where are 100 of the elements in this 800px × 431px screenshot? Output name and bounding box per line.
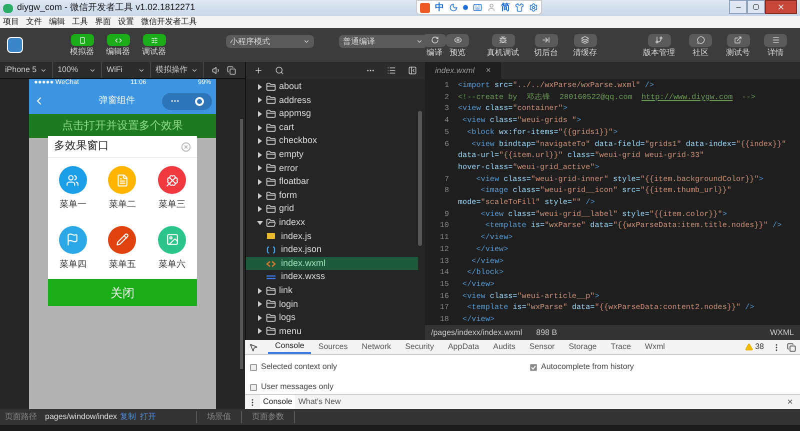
view-toggle-button[interactable]: [142, 34, 166, 46]
toolbar-button[interactable]: [492, 34, 514, 46]
scrollbar[interactable]: [418, 111, 422, 246]
tree-item[interactable]: link: [246, 284, 418, 298]
people-icon: [66, 174, 80, 186]
editor-tab[interactable]: index.wxml ×: [425, 62, 501, 79]
menu-item[interactable]: 设置: [118, 16, 134, 28]
indent-icon[interactable]: [387, 66, 396, 75]
simulator-dropdown[interactable]: iPhone 5: [0, 62, 53, 78]
mode-dropdown[interactable]: 小程序模式: [226, 35, 314, 48]
menu-item[interactable]: 工具: [72, 16, 88, 28]
toolbar-label: 社区: [692, 48, 708, 56]
moon-icon: [449, 3, 458, 12]
option-checkbox[interactable]: User messages only: [250, 380, 530, 394]
toolbar-label: 切后台: [534, 48, 558, 56]
capsule-button[interactable]: [162, 92, 212, 110]
tree-item[interactable]: logs: [246, 311, 418, 325]
view-label: 模拟器: [70, 48, 94, 56]
devtools-tab[interactable]: Audits: [486, 340, 522, 354]
tree-item[interactable]: appmsg: [246, 107, 418, 121]
tree-item[interactable]: index.wxml: [246, 256, 418, 270]
tree-item[interactable]: empty: [246, 148, 418, 162]
menu-icon-button[interactable]: [108, 226, 136, 254]
add-icon[interactable]: [254, 66, 263, 75]
tree-item[interactable]: form: [246, 188, 418, 202]
devtools-tab[interactable]: Sources: [311, 340, 355, 354]
drawer-close-button[interactable]: ×: [787, 394, 793, 410]
menu-label: 菜单三: [158, 198, 186, 211]
close-icon: [777, 3, 785, 11]
menu-icon-button[interactable]: [58, 166, 87, 194]
ime-logo-icon: [420, 2, 430, 12]
tree-item[interactable]: error: [246, 162, 418, 176]
view-toggle-button[interactable]: [106, 34, 130, 46]
simulator-dropdown[interactable]: WiFi: [102, 62, 151, 78]
tree-item[interactable]: floatbar: [246, 175, 418, 189]
devtools-tab[interactable]: Console: [268, 340, 312, 354]
menu-label: 菜单四: [59, 258, 86, 270]
branch-icon: [655, 36, 663, 44]
toolbar-button[interactable]: [726, 34, 750, 46]
folder-icon: [266, 204, 276, 214]
menu-item[interactable]: 界面: [95, 16, 111, 28]
devtools-tab[interactable]: Trace: [604, 340, 638, 354]
toolbar-label: 测试号: [726, 48, 750, 56]
devtools-tab[interactable]: Network: [354, 340, 398, 354]
scrollbar[interactable]: [240, 119, 243, 369]
path-label: 页面路径: [5, 411, 37, 423]
menu-item[interactable]: 编辑: [49, 16, 65, 28]
copy-link[interactable]: 复制: [120, 411, 136, 423]
tree-item[interactable]: grid: [246, 202, 418, 216]
close-button[interactable]: [765, 0, 797, 14]
tree-item[interactable]: about: [246, 80, 418, 94]
toolbar-button[interactable]: [574, 34, 596, 46]
collapse-icon[interactable]: [408, 66, 417, 75]
devtools-tab[interactable]: Storage: [562, 340, 604, 354]
caret-icon: [40, 66, 47, 74]
tree-item[interactable]: indexx: [246, 216, 418, 230]
simulator-dropdown[interactable]: 100%: [52, 62, 102, 78]
view-toggle-button[interactable]: [70, 34, 94, 46]
devtools-tab[interactable]: AppData: [440, 340, 486, 354]
option-checkbox[interactable]: Autocomplete from history: [530, 360, 795, 374]
menu-item[interactable]: 项目: [3, 16, 19, 28]
tree-item[interactable]: index.js: [246, 230, 418, 244]
inspect-icon[interactable]: [249, 342, 258, 352]
simulator-dropdown[interactable]: 模拟操作: [150, 62, 204, 78]
tree-item[interactable]: checkbox: [246, 134, 418, 148]
drawer-tab[interactable]: What's New: [295, 395, 344, 409]
menu-item[interactable]: 文件: [26, 16, 42, 28]
tab-close-icon[interactable]: ×: [486, 64, 491, 78]
search-icon[interactable]: [275, 66, 284, 75]
caret-right-icon: [258, 206, 262, 212]
maximize-button[interactable]: [747, 0, 765, 14]
tree-item[interactable]: menu: [246, 324, 418, 338]
drawer-tab[interactable]: Console: [260, 395, 296, 409]
menu-icon-button[interactable]: [58, 226, 87, 254]
toolbar-button[interactable]: [648, 34, 670, 46]
devtools-tab[interactable]: Sensor: [522, 340, 562, 354]
option-checkbox[interactable]: Selected context only: [250, 360, 530, 374]
menu-item[interactable]: 微信开发者工具: [141, 16, 197, 28]
toolbar-button[interactable]: [446, 34, 469, 46]
toolbar-button[interactable]: [764, 34, 787, 46]
tree-item[interactable]: index.wxss: [246, 270, 418, 284]
tree-item[interactable]: login: [246, 298, 418, 312]
keyboard-icon: [473, 3, 482, 12]
tree-item[interactable]: address: [246, 94, 418, 108]
toolbar-button[interactable]: [423, 34, 446, 46]
toolbar-button[interactable]: [534, 34, 558, 46]
code-icon: [114, 36, 122, 44]
devtools-tab[interactable]: Wxml: [638, 340, 672, 354]
params-label[interactable]: 页面参数: [241, 411, 296, 423]
tree-item[interactable]: index.json: [246, 243, 418, 257]
devtools-tab[interactable]: Security: [398, 340, 441, 354]
banner: 点击打开并设置多个效果: [29, 114, 216, 138]
open-link[interactable]: 打开: [140, 411, 156, 423]
tree-item[interactable]: cart: [246, 120, 418, 134]
caret-right-icon: [258, 97, 262, 104]
toolbar-button[interactable]: [689, 34, 712, 46]
compile-dropdown[interactable]: 普通编译: [339, 35, 427, 48]
scene-label[interactable]: 场景值: [196, 411, 242, 423]
dock-icon[interactable]: [787, 342, 796, 352]
menu-icon-button[interactable]: [158, 166, 186, 194]
